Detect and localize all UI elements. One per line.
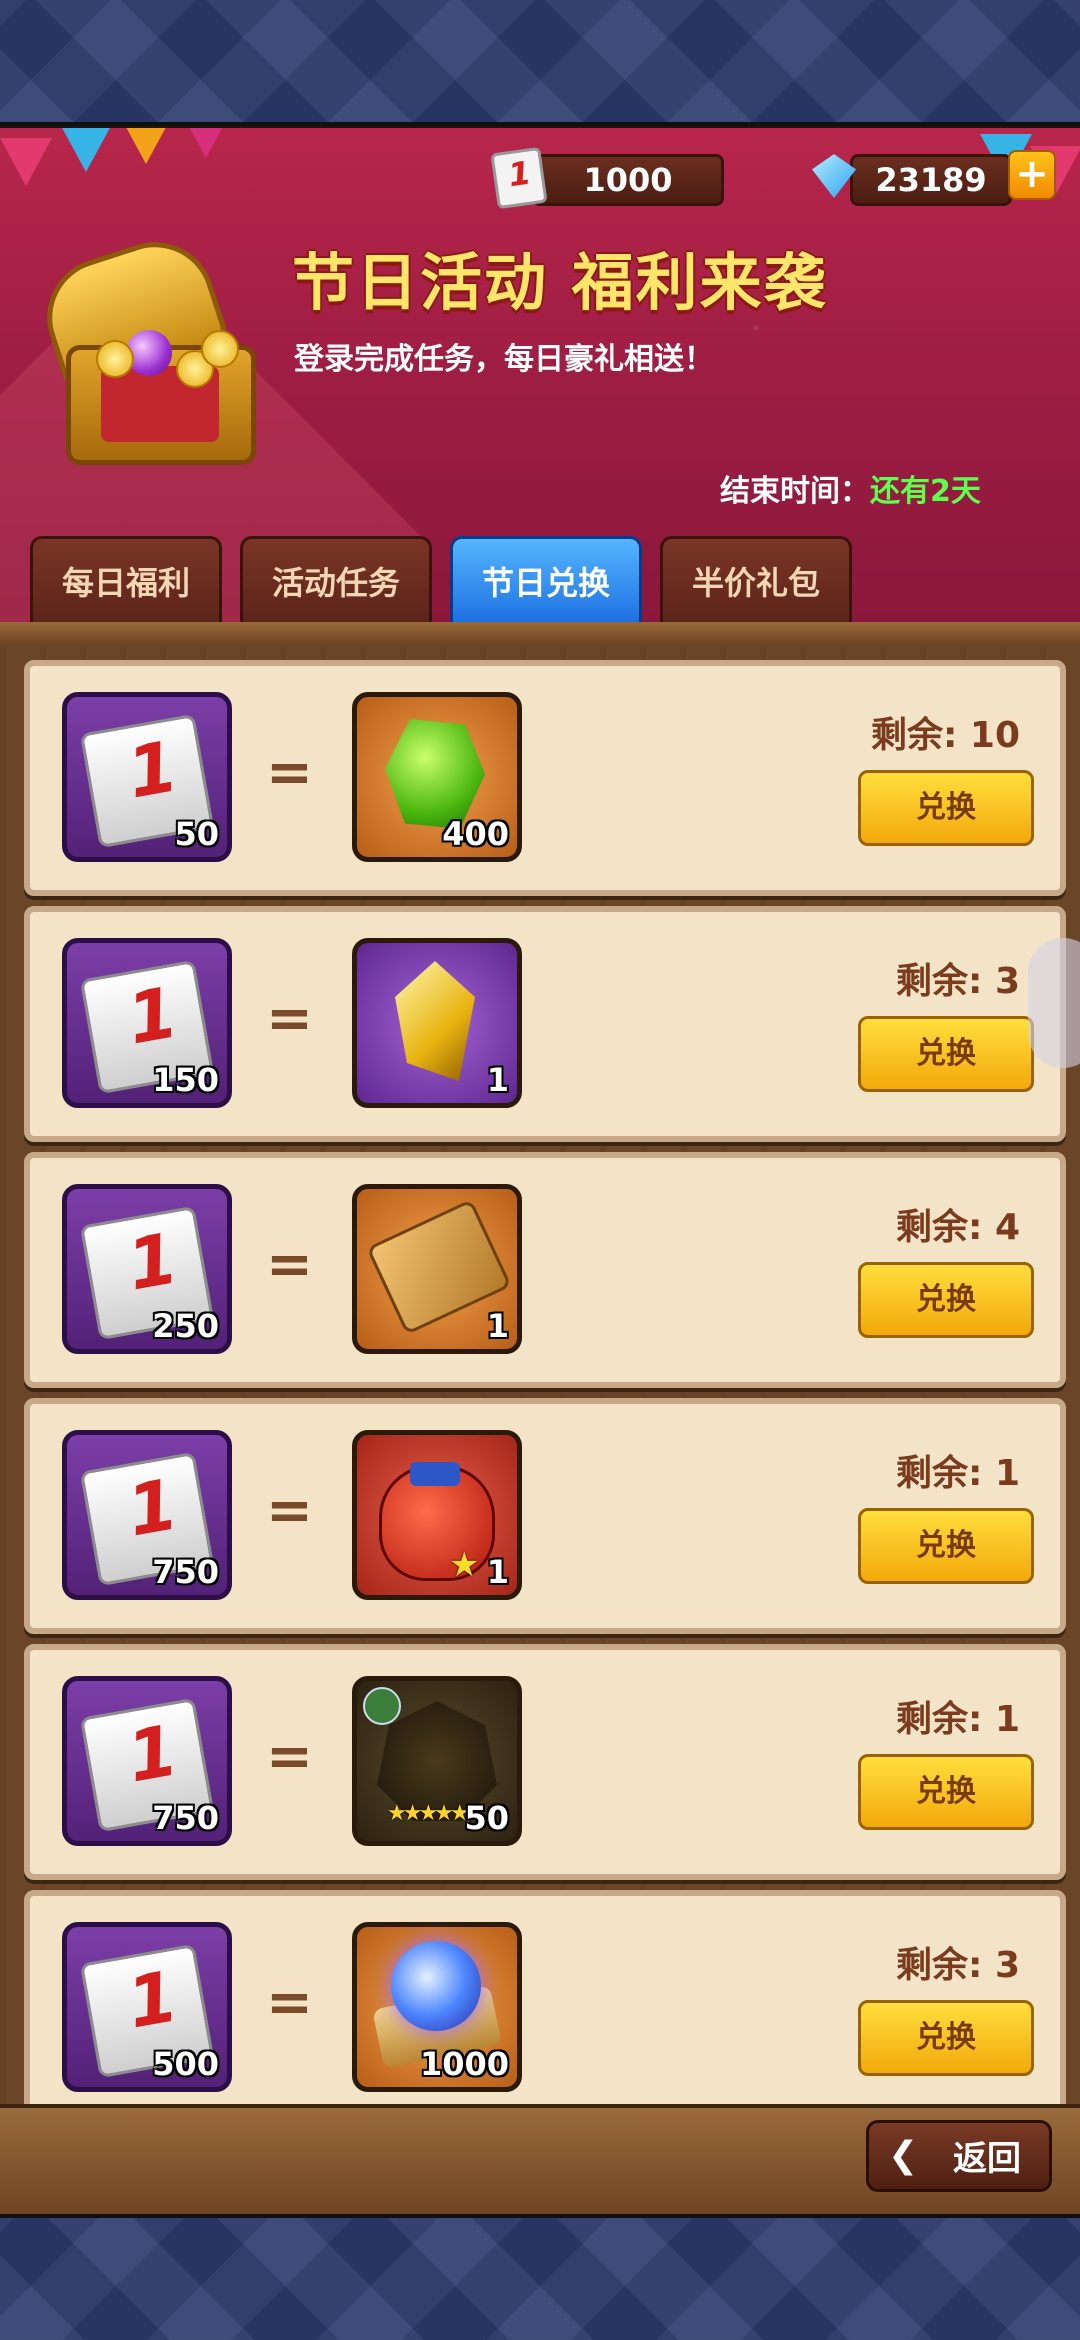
- exchange-row: 50 = 400 剩余: 10 兑换: [24, 660, 1066, 896]
- equals-sign: =: [266, 1724, 313, 1789]
- ticket-cost-slot: 750: [62, 1430, 232, 1600]
- remaining-count: 剩余: 1: [896, 1453, 1020, 1494]
- reward-quantity: 400: [442, 815, 509, 853]
- reward-quantity: 1: [486, 1061, 509, 1099]
- ticket-counter: 1000: [532, 154, 724, 206]
- bunting-flag: [120, 128, 172, 164]
- reward-slot[interactable]: 400: [352, 692, 522, 862]
- bunting-flag: [60, 128, 112, 172]
- remaining-count: 剩余: 3: [896, 1945, 1020, 1986]
- ticket-cost: 50: [174, 815, 219, 853]
- ticket-cost-slot: 750: [62, 1676, 232, 1846]
- exchange-row: 750 = ★ 1 剩余: 1 兑换: [24, 1398, 1066, 1634]
- ticket-cost-slot: 500: [62, 1922, 232, 2092]
- end-time-value: 还有2天: [870, 474, 981, 509]
- end-time-label: 结束时间：: [720, 474, 870, 509]
- end-time: 结束时间：还有2天: [720, 466, 981, 510]
- reward-slot[interactable]: 1: [352, 938, 522, 1108]
- exchange-row: 250 = 1 剩余: 4 兑换: [24, 1152, 1066, 1388]
- tab-event-tasks[interactable]: 活动任务: [240, 536, 432, 627]
- star-rating-icon: ★★★★★: [387, 1801, 470, 1826]
- ticket-cost: 250: [152, 1307, 219, 1345]
- reward-quantity: 1: [486, 1307, 509, 1345]
- exchange-row: 750 = ★★★★★ 50 剩余: 1 兑换: [24, 1644, 1066, 1880]
- exchange-list[interactable]: 50 = 400 剩余: 10 兑换 150 = 1 剩余: 3 兑换 250 …: [0, 644, 1080, 2126]
- reward-slot[interactable]: 1000: [352, 1922, 522, 2092]
- diamond-count: 23189: [875, 161, 987, 199]
- exchange-button[interactable]: 兑换: [858, 1754, 1034, 1830]
- reward-quantity: 50: [464, 1799, 509, 1837]
- exchange-row: 150 = 1 剩余: 3 兑换: [24, 906, 1066, 1142]
- exchange-button[interactable]: 兑换: [858, 770, 1034, 846]
- treasure-chest-icon: [26, 226, 266, 465]
- ticket-cost: 500: [152, 2045, 219, 2083]
- equals-sign: =: [266, 986, 313, 1051]
- ticket-cost: 150: [152, 1061, 219, 1099]
- bunting-flag: [0, 138, 52, 186]
- event-title: 节日活动 福利来袭: [292, 246, 828, 319]
- equals-sign: =: [266, 1970, 313, 2035]
- ticket-cost: 750: [152, 1799, 219, 1837]
- diamond-counter: 23189: [850, 154, 1012, 206]
- ticket-cost-slot: 50: [62, 692, 232, 862]
- exchange-button[interactable]: 兑换: [858, 1508, 1034, 1584]
- green-gem-icon: [385, 719, 485, 829]
- event-subtitle: 登录完成任务，每日豪礼相送！: [294, 342, 714, 377]
- reward-quantity: 1000: [419, 2045, 509, 2083]
- reward-slot[interactable]: ★★★★★ 50: [352, 1676, 522, 1846]
- tab-half-price-pack[interactable]: 半价礼包: [660, 536, 852, 627]
- gold-crystal-icon: [395, 961, 475, 1081]
- exchange-button[interactable]: 兑换: [858, 2000, 1034, 2076]
- ticket-icon: [490, 146, 548, 210]
- tab-daily-welfare[interactable]: 每日福利: [30, 536, 222, 627]
- reward-slot[interactable]: ★ 1: [352, 1430, 522, 1600]
- back-arrow-icon: ❮: [888, 2135, 919, 2176]
- equals-sign: =: [266, 740, 313, 805]
- remaining-count: 剩余: 1: [896, 1699, 1020, 1740]
- exchange-button[interactable]: 兑换: [858, 1016, 1034, 1092]
- equals-sign: =: [266, 1232, 313, 1297]
- remaining-count: 剩余: 4: [896, 1207, 1020, 1248]
- ticket-count: 1000: [583, 161, 673, 199]
- remaining-count: 剩余: 10: [870, 715, 1020, 756]
- ticket-cost-slot: 150: [62, 938, 232, 1108]
- remaining-count: 剩余: 3: [896, 961, 1020, 1002]
- bunting-flag: [180, 128, 232, 158]
- add-diamonds-button[interactable]: +: [1008, 150, 1056, 200]
- tab-holiday-exchange[interactable]: 节日兑换: [450, 536, 642, 627]
- exchange-button[interactable]: 兑换: [858, 1262, 1034, 1338]
- reward-quantity: 1: [486, 1553, 509, 1591]
- ticket-cost: 750: [152, 1553, 219, 1591]
- faction-emblem-icon: [363, 1687, 401, 1725]
- ticket-cost-slot: 250: [62, 1184, 232, 1354]
- orb-icon: [391, 1941, 481, 2031]
- side-drawer-handle[interactable]: [1028, 938, 1080, 1068]
- reward-slot[interactable]: 1: [352, 1184, 522, 1354]
- exchange-row: 500 = 1000 剩余: 3 兑换: [24, 1890, 1066, 2126]
- equals-sign: =: [266, 1478, 313, 1543]
- star-icon: ★: [449, 1545, 480, 1585]
